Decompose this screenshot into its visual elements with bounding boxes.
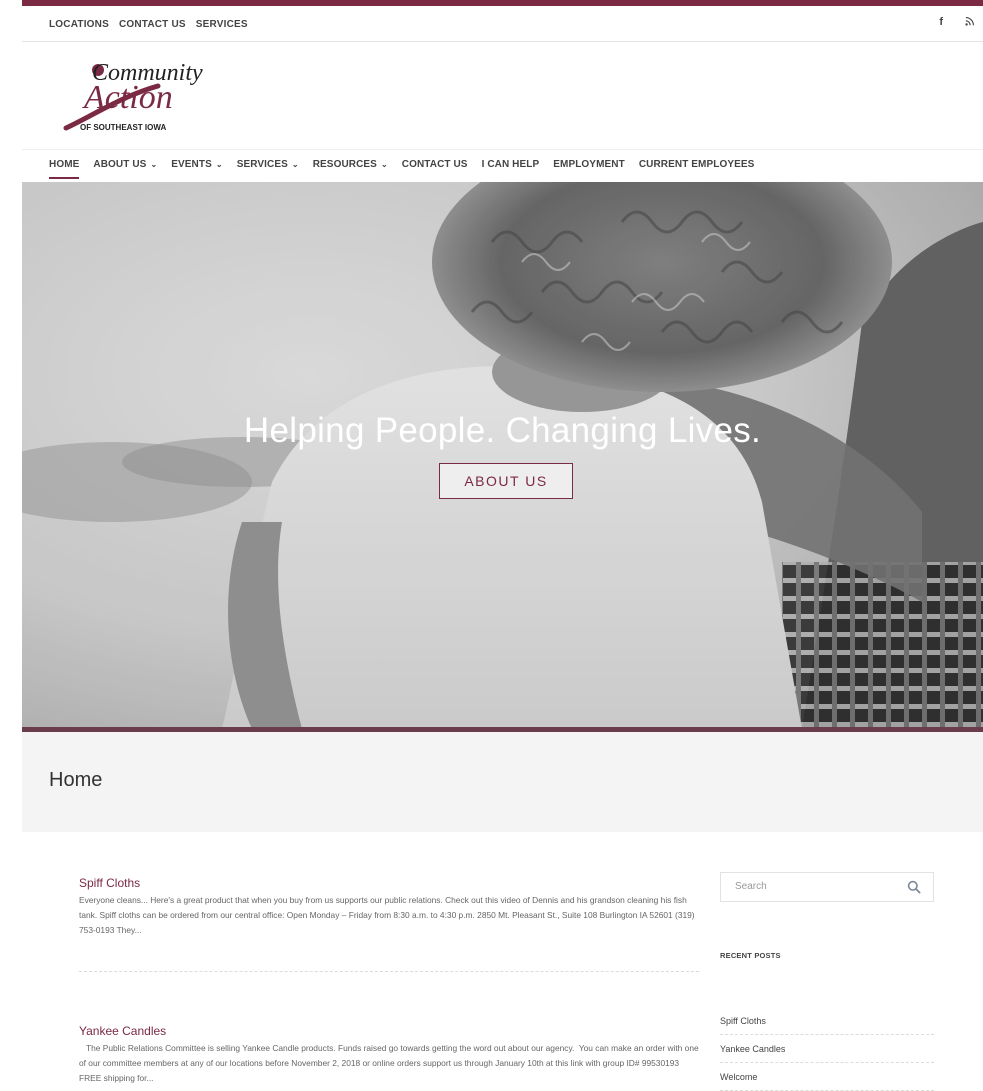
main-navigation: HOME ABOUT US ⌄ EVENTS ⌄ SERVICES ⌄ RESOURCES ⌄ C… [22,149,983,182]
nav-item-services[interactable]: SERVICES ⌄ [237,159,299,170]
nav-item-i-can-help[interactable]: I CAN HELP [482,159,540,170]
chevron-down-icon: ⌄ [291,160,299,169]
recent-post-link[interactable]: Welcome [720,1063,934,1091]
nav-item-label: EMPLOYMENT [553,159,625,170]
post-separator [79,971,699,972]
nav-item-label: EVENTS [171,159,212,170]
chevron-down-icon: ⌄ [215,160,223,169]
chevron-down-icon: ⌄ [380,160,388,169]
page: LOCATIONS CONTACT US SERVICES f Communit… [0,0,983,1091]
post-spiff-cloths: Spiff Cloths Everyone cleans... Here's a… [79,876,699,938]
post-title-link[interactable]: Spiff Cloths [79,876,699,890]
svg-text:Action: Action [82,79,173,116]
top-link-services[interactable]: SERVICES [196,19,248,30]
svg-text:OF SOUTHEAST IOWA: OF SOUTHEAST IOWA [80,123,166,132]
nav-item-label: CONTACT US [401,159,468,170]
nav-item-home[interactable]: HOME [49,159,80,179]
nav-item-label: ABOUT US [93,159,147,170]
page-title: Home [49,769,103,791]
top-links: LOCATIONS CONTACT US SERVICES [49,19,248,30]
nav-item-label: I CAN HELP [481,159,540,170]
search-input[interactable]: Search [735,881,767,892]
search-icon[interactable] [907,880,921,899]
nav-item-resources[interactable]: RESOURCES ⌄ [313,159,388,170]
chevron-down-icon: ⌄ [150,160,158,169]
hero-about-us-button[interactable]: ABOUT US [439,463,573,499]
nav-item-about-us[interactable]: ABOUT US ⌄ [93,159,157,170]
hero-banner: Helping People. Changing Lives. ABOUT US [22,182,983,729]
page-title-band: Home [22,732,983,832]
post-excerpt: Everyone cleans... Here's a great produc… [79,895,695,935]
site-logo[interactable]: Community Action OF SOUTHEAST IOWA [62,56,232,136]
recent-post-link[interactable]: Yankee Candles [720,1035,934,1063]
nav-item-label: HOME [49,159,80,170]
post-yankee-candles: Yankee Candles The Public Relations Comm… [79,1024,699,1086]
nav-item-current-employees[interactable]: CURRENT EMPLOYEES [639,159,755,170]
top-utility-bar: LOCATIONS CONTACT US SERVICES f [22,6,983,42]
nav-list: HOME ABOUT US ⌄ EVENTS ⌄ SERVICES ⌄ RESOURCES ⌄ C… [49,159,755,179]
hero-title: Helping People. Changing Lives. [243,411,762,450]
nav-item-employment[interactable]: EMPLOYMENT [553,159,625,170]
recent-post-link[interactable]: Spiff Cloths [720,1007,934,1035]
post-title-link[interactable]: Yankee Candles [79,1024,699,1038]
nav-item-label: SERVICES [236,159,288,170]
post-excerpt: The Public Relations Committee is sellin… [79,1043,701,1083]
search-box[interactable]: Search [720,872,934,902]
nav-item-label: RESOURCES [312,159,377,170]
nav-item-label: CURRENT EMPLOYEES [638,159,755,170]
nav-item-events[interactable]: EVENTS ⌄ [171,159,222,170]
top-link-contact-us[interactable]: CONTACT US [119,19,186,30]
recent-posts-list: Spiff Cloths Yankee Candles Welcome [720,1007,934,1091]
hero-photo [22,182,983,729]
top-link-locations[interactable]: LOCATIONS [49,19,109,30]
social-links: f [939,16,975,29]
facebook-icon[interactable]: f [939,16,943,29]
rss-icon[interactable] [965,16,975,29]
nav-item-contact-us[interactable]: CONTACT US [402,159,468,170]
recent-posts-heading: RECENT POSTS [720,951,781,960]
